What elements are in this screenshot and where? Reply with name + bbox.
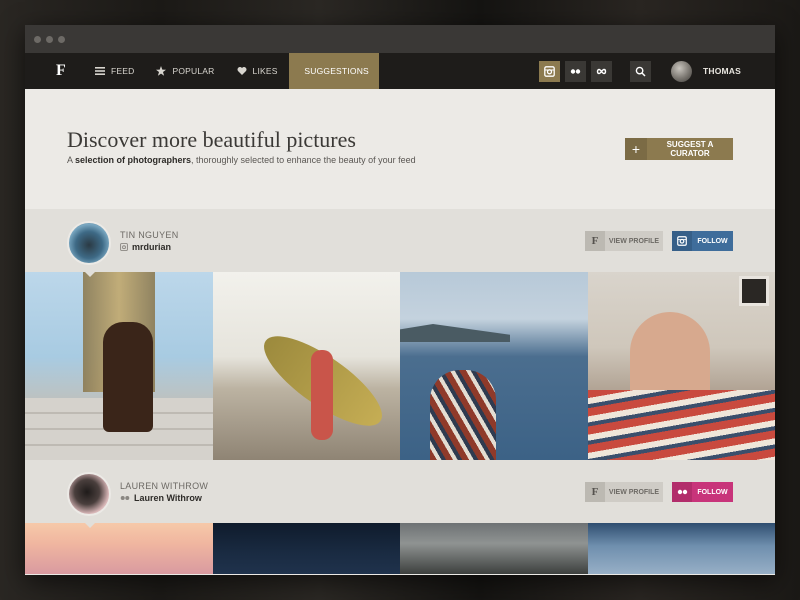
curator-handle-text: mrdurian [132, 242, 172, 252]
nav-popular-label: POPULAR [172, 66, 215, 76]
flickr-icon [672, 482, 692, 502]
follow-instagram-button[interactable]: FOLLOW [672, 231, 733, 251]
curator-name: LAUREN WITHROW [120, 481, 209, 491]
nav-feed[interactable]: FEED [84, 53, 145, 89]
infinity-icon [596, 68, 607, 74]
user-avatar [670, 60, 692, 82]
photo-thumbnail[interactable] [400, 523, 588, 574]
curator-photo-strip [25, 272, 775, 460]
window-close-dot[interactable] [34, 35, 41, 43]
nav-likes[interactable]: LIKES [226, 53, 289, 89]
photo-thumbnail[interactable] [212, 523, 400, 574]
page-title: Discover more beautiful pictures [67, 127, 356, 152]
flickr-icon [570, 68, 581, 74]
curator-pointer [84, 522, 96, 528]
nav-suggestions[interactable]: SUGGESTIONS [288, 53, 379, 89]
instagram-icon [120, 243, 128, 251]
curator-avatar[interactable] [67, 472, 111, 516]
view-profile-button[interactable]: F VIEW PROFILE [585, 231, 663, 251]
follow-flickr-button[interactable]: FOLLOW [672, 482, 733, 502]
curator-row: TIN NGUYEN mrdurian F VIEW PROFILE FOLLO… [25, 209, 775, 277]
app-logo[interactable]: F [56, 62, 84, 80]
window-maximize-dot[interactable] [58, 35, 65, 43]
nav-feed-label: FEED [111, 66, 135, 76]
curator-avatar[interactable] [67, 221, 111, 265]
photo-thumbnail[interactable] [587, 272, 775, 460]
user-name: THOMAS [702, 66, 741, 76]
plus-icon: + [625, 138, 647, 160]
photo-thumbnail[interactable] [587, 523, 775, 574]
photo-thumbnail[interactable] [25, 523, 213, 574]
subtitle-text-end: , thoroughly selected to enhance the bea… [191, 155, 416, 165]
curator-pointer [84, 271, 96, 277]
view-profile-label: VIEW PROFILE [608, 237, 660, 245]
suggest-curator-label: SUGGEST A CURATOR [666, 140, 714, 158]
nav-suggestions-label: SUGGESTIONS [304, 66, 369, 76]
curator-row: LAUREN WITHROW Lauren Withrow F VIEW PRO… [25, 460, 775, 528]
window-minimize-dot[interactable] [46, 35, 53, 43]
fotofeed-icon: F [585, 231, 605, 251]
search-button[interactable] [629, 60, 651, 82]
nav-popular[interactable]: POPULAR [145, 53, 225, 89]
curator-handle-text: Lauren Withrow [134, 493, 202, 503]
subtitle-text: A [67, 155, 76, 165]
suggest-curator-button[interactable]: + SUGGEST A CURATOR [625, 138, 733, 160]
curator-handle[interactable]: Lauren Withrow [120, 493, 202, 503]
follow-label: FOLLOW [697, 488, 728, 496]
photo-thumbnail[interactable] [212, 272, 400, 460]
instagram-icon [544, 65, 555, 77]
star-icon [156, 66, 167, 76]
window-titlebar [25, 25, 775, 53]
follow-label: FOLLOW [697, 237, 728, 245]
hero-section: Discover more beautiful pictures A selec… [25, 89, 775, 209]
nav-likes-label: LIKES [252, 66, 278, 76]
subtitle-emphasis: selection of photographers [75, 155, 192, 165]
infinity-service-button[interactable] [590, 60, 612, 82]
page-subtitle: A selection of photographers, thoroughly… [67, 155, 416, 165]
curator-photo-strip [25, 523, 775, 574]
photo-thumbnail[interactable] [25, 272, 213, 460]
view-profile-button[interactable]: F VIEW PROFILE [585, 482, 663, 502]
navbar-right: THOMAS [538, 53, 775, 89]
view-profile-label: VIEW PROFILE [608, 488, 660, 496]
search-icon [635, 66, 646, 77]
photo-thumbnail[interactable] [400, 272, 588, 460]
menu-icon [95, 67, 105, 75]
curator-name: TIN NGUYEN [120, 230, 179, 240]
fotofeed-icon: F [585, 482, 605, 502]
app-window: F FEED POPULAR LIKES SUGGESTIONS THOMAS … [25, 25, 775, 575]
curator-handle[interactable]: mrdurian [120, 242, 171, 252]
instagram-service-button[interactable] [538, 60, 560, 82]
instagram-icon [672, 231, 692, 251]
flickr-icon [120, 496, 130, 500]
user-menu[interactable]: THOMAS [670, 60, 741, 82]
flickr-service-button[interactable] [564, 60, 586, 82]
heart-icon [237, 67, 247, 75]
top-navbar: F FEED POPULAR LIKES SUGGESTIONS THOMAS [25, 53, 775, 89]
